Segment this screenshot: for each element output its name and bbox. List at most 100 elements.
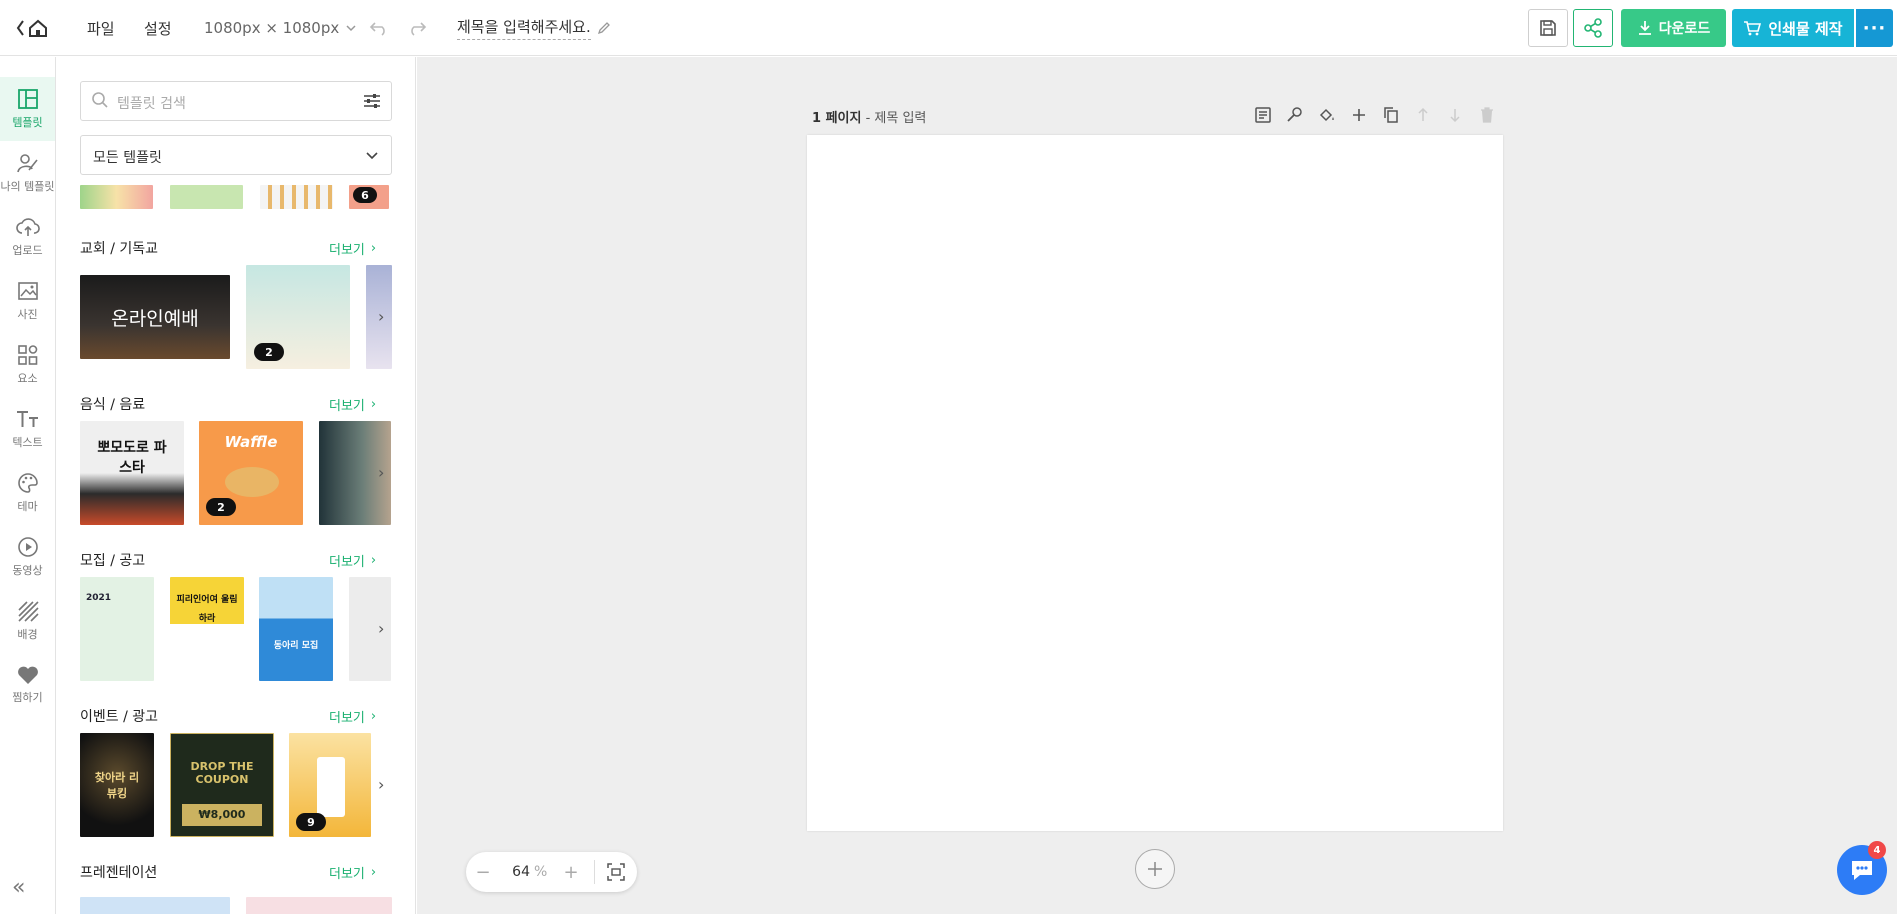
nav-upload[interactable]: 업로드 — [0, 205, 55, 269]
template-thumb-waffle[interactable]: Waffle 2 — [199, 421, 303, 525]
share-button[interactable] — [1573, 9, 1613, 47]
more-event-link[interactable]: 더보기 › — [329, 707, 376, 726]
menu-file[interactable]: 파일 — [87, 0, 115, 56]
collapse-panel-button[interactable]: « — [12, 875, 25, 900]
nav-favorites[interactable]: 찜하기 — [0, 653, 55, 717]
plus-icon — [1353, 109, 1365, 121]
zoom-out-button[interactable]: − — [466, 862, 500, 883]
move-page-up-button[interactable] — [1414, 106, 1432, 126]
more-options-button[interactable]: ··· — [1856, 9, 1893, 47]
chevron-right-icon[interactable]: › — [378, 463, 384, 482]
nav-label: 요소 — [17, 372, 38, 385]
nav-theme[interactable]: 테마 — [0, 461, 55, 525]
template-thumb[interactable] — [170, 185, 243, 209]
template-icon — [17, 89, 38, 109]
more-label: 더보기 — [329, 399, 365, 414]
template-thumb-mermaid[interactable]: 피리인어여 울림하라 — [170, 577, 244, 681]
nav-video[interactable]: 동영상 — [0, 525, 55, 589]
template-thumb[interactable] — [260, 185, 333, 209]
canvas-size-select[interactable]: 1080px × 1080px — [204, 0, 357, 56]
filter-settings-icon[interactable] — [363, 93, 381, 109]
template-thumb[interactable] — [80, 897, 230, 914]
page-note-button[interactable] — [1254, 106, 1272, 126]
more-label: 더보기 — [329, 711, 365, 726]
template-panel: 템플릿 검색 모든 템플릿 6 교회 / 기독교 더보기 › 온라인예배 2 › … — [56, 57, 416, 914]
print-order-button[interactable]: 인쇄물 제작 — [1732, 9, 1854, 47]
template-thumb-review-king[interactable]: 찾아라 리뷰킹 — [80, 733, 154, 837]
chevron-right-icon[interactable]: › — [378, 307, 384, 326]
chevron-right-icon[interactable]: › — [378, 775, 384, 794]
category-select-value: 모든 템플릿 — [93, 150, 162, 166]
nav-label: 텍스트 — [12, 436, 43, 449]
pancake-shape — [225, 467, 279, 497]
redo-button[interactable] — [406, 18, 428, 38]
trash-icon — [1481, 107, 1493, 123]
template-thumb-coupon[interactable]: DROP THE COUPON ₩8,000 — [170, 733, 274, 837]
template-thumb-pasta[interactable]: 뽀모도로 파스타 — [80, 421, 184, 525]
chevron-down-icon — [346, 25, 356, 32]
page-label: 1 페이지 — [812, 111, 862, 126]
more-church-link[interactable]: 더보기 › — [329, 239, 376, 258]
template-thumb[interactable]: 2 — [246, 265, 350, 369]
template-thumb-club[interactable]: 동아리 모집 — [259, 577, 333, 681]
template-category-select[interactable]: 모든 템플릿 — [80, 135, 392, 175]
zoom-value[interactable]: 64 — [500, 864, 530, 880]
download-icon — [1638, 21, 1651, 35]
save-button[interactable] — [1528, 9, 1568, 47]
more-recruit-link[interactable]: 더보기 › — [329, 551, 376, 570]
arrow-up-icon — [1418, 107, 1428, 121]
template-thumb-online-worship[interactable]: 온라인예배 — [80, 275, 230, 359]
home-button[interactable] — [14, 16, 52, 40]
nav-photo[interactable]: 사진 — [0, 269, 55, 333]
more-presentation-link[interactable]: 더보기 › — [329, 863, 376, 882]
nav-label: 템플릿 — [12, 116, 43, 129]
chevron-right-icon: › — [370, 865, 377, 880]
undo-button[interactable] — [368, 18, 390, 38]
note-icon — [1255, 107, 1271, 123]
delete-page-button[interactable] — [1478, 106, 1496, 126]
page-heading[interactable]: 1 페이지 - 제목 입력 — [812, 107, 926, 126]
template-thumb[interactable] — [80, 185, 153, 209]
template-thumb[interactable]: 9 — [289, 733, 371, 837]
photo-icon — [17, 282, 38, 300]
top-bar: 파일 설정 1080px × 1080px 제목을 입력해주세요. 다운로드 인… — [0, 0, 1897, 56]
download-button[interactable]: 다운로드 — [1621, 9, 1726, 47]
page-magic-button[interactable] — [1286, 106, 1304, 126]
section-title-church: 교회 / 기독교 — [80, 241, 159, 257]
template-thumb-recruit-2021[interactable]: 2021 — [80, 577, 154, 681]
paint-bucket-icon — [1319, 108, 1334, 122]
more-label: 더보기 — [329, 867, 365, 882]
canvas-size-value: 1080px × 1080px — [204, 19, 340, 37]
nav-my-template[interactable]: 나의 템플릿 — [0, 141, 55, 205]
move-page-down-button[interactable] — [1446, 106, 1464, 126]
fit-screen-button[interactable] — [601, 863, 631, 881]
search-icon — [92, 92, 108, 108]
template-thumb[interactable] — [349, 577, 391, 681]
chevron-right-icon[interactable]: › — [378, 619, 384, 638]
nav-template[interactable]: 템플릿 — [0, 77, 55, 141]
share-icon — [1584, 18, 1602, 38]
copy-icon — [1384, 107, 1398, 123]
section-title-food: 음식 / 음료 — [80, 397, 146, 413]
my-template-icon — [16, 154, 38, 173]
doc-title-field[interactable]: 제목을 입력해주세요. — [457, 0, 611, 56]
nav-text[interactable]: 텍스트 — [0, 397, 55, 461]
nav-label: 배경 — [17, 628, 38, 641]
duplicate-page-button[interactable] — [1382, 106, 1400, 126]
more-food-link[interactable]: 더보기 › — [329, 395, 376, 414]
add-page-button[interactable] — [1135, 849, 1175, 889]
doc-title: 제목을 입력해주세요. — [457, 16, 591, 40]
nav-background[interactable]: 배경 — [0, 589, 55, 653]
menu-settings[interactable]: 설정 — [144, 0, 172, 56]
add-element-button[interactable] — [1350, 106, 1368, 126]
zoom-in-button[interactable]: + — [554, 862, 588, 883]
nav-elements[interactable]: 요소 — [0, 333, 55, 397]
left-nav: 템플릿 나의 템플릿 업로드 사진 요소 텍스트 테마 동영상 배경 찜하기 « — [0, 57, 56, 914]
template-thumb[interactable]: 6 — [349, 185, 389, 209]
page-count-badge: 9 — [296, 813, 326, 831]
design-page-canvas[interactable] — [807, 135, 1503, 831]
template-search-input[interactable]: 템플릿 검색 — [80, 81, 392, 121]
product-shape — [317, 757, 345, 817]
page-fill-button[interactable] — [1318, 106, 1336, 126]
template-thumb[interactable] — [246, 897, 392, 914]
